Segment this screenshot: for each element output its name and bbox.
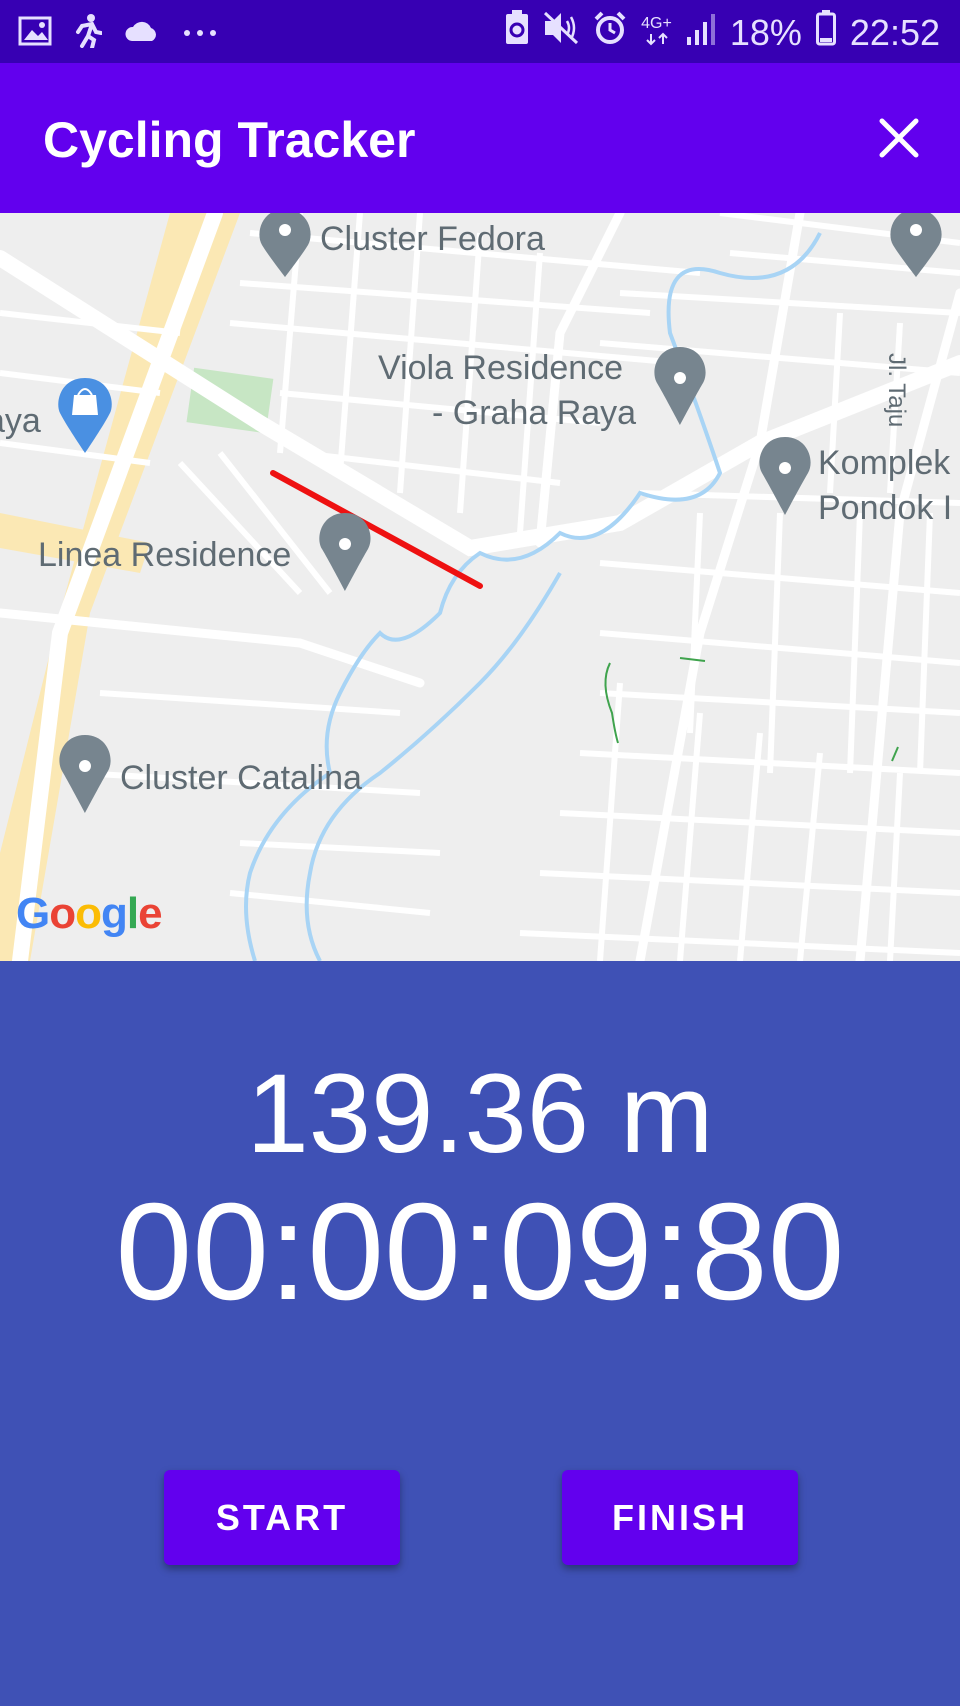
poi-label: - Graha Raya [432,394,637,432]
map-view[interactable]: Cluster Fedora Viola Residence - Graha R… [0,213,960,961]
elapsed-timer: 00:00:09:80 [115,1175,845,1329]
close-icon [879,118,919,158]
start-button[interactable]: START [164,1470,400,1565]
finish-button[interactable]: FINISH [562,1470,798,1565]
mute-icon [543,11,579,54]
poi-label: Linea Residence [38,536,292,574]
close-button[interactable] [872,111,926,165]
alarm-icon [593,11,627,54]
poi-label: Viola Residence [378,349,624,387]
distance-readout: 139.36 m [246,1051,714,1176]
running-icon [74,14,103,53]
battery-saver-icon [505,10,529,55]
signal-icon [686,12,716,54]
network-icon: 4G+ [641,15,672,50]
more-icon [182,25,218,43]
poi-label: Pondok I [818,489,953,527]
poi-label: aya [0,402,41,440]
status-bar: 4G+ 18% 22:52 [0,0,960,63]
battery-percent: 18% [729,11,802,53]
image-icon [18,16,52,51]
poi-label: Cluster Fedora [320,220,545,258]
poi-label: Komplek [818,444,951,482]
google-logo: Google [16,889,163,938]
battery-icon [815,10,836,55]
shopping-marker [58,378,112,453]
app-bar: Cycling Tracker [0,63,960,213]
app-title: Cycling Tracker [43,112,416,168]
tracker-panel: 139.36 m 00:00:09:80 [0,961,960,1706]
street-label: Jl. Taju [883,353,910,428]
clock: 22:52 [849,11,940,53]
cloud-icon [124,19,160,48]
poi-label: Cluster Catalina [120,759,362,797]
map-streets [0,213,960,961]
